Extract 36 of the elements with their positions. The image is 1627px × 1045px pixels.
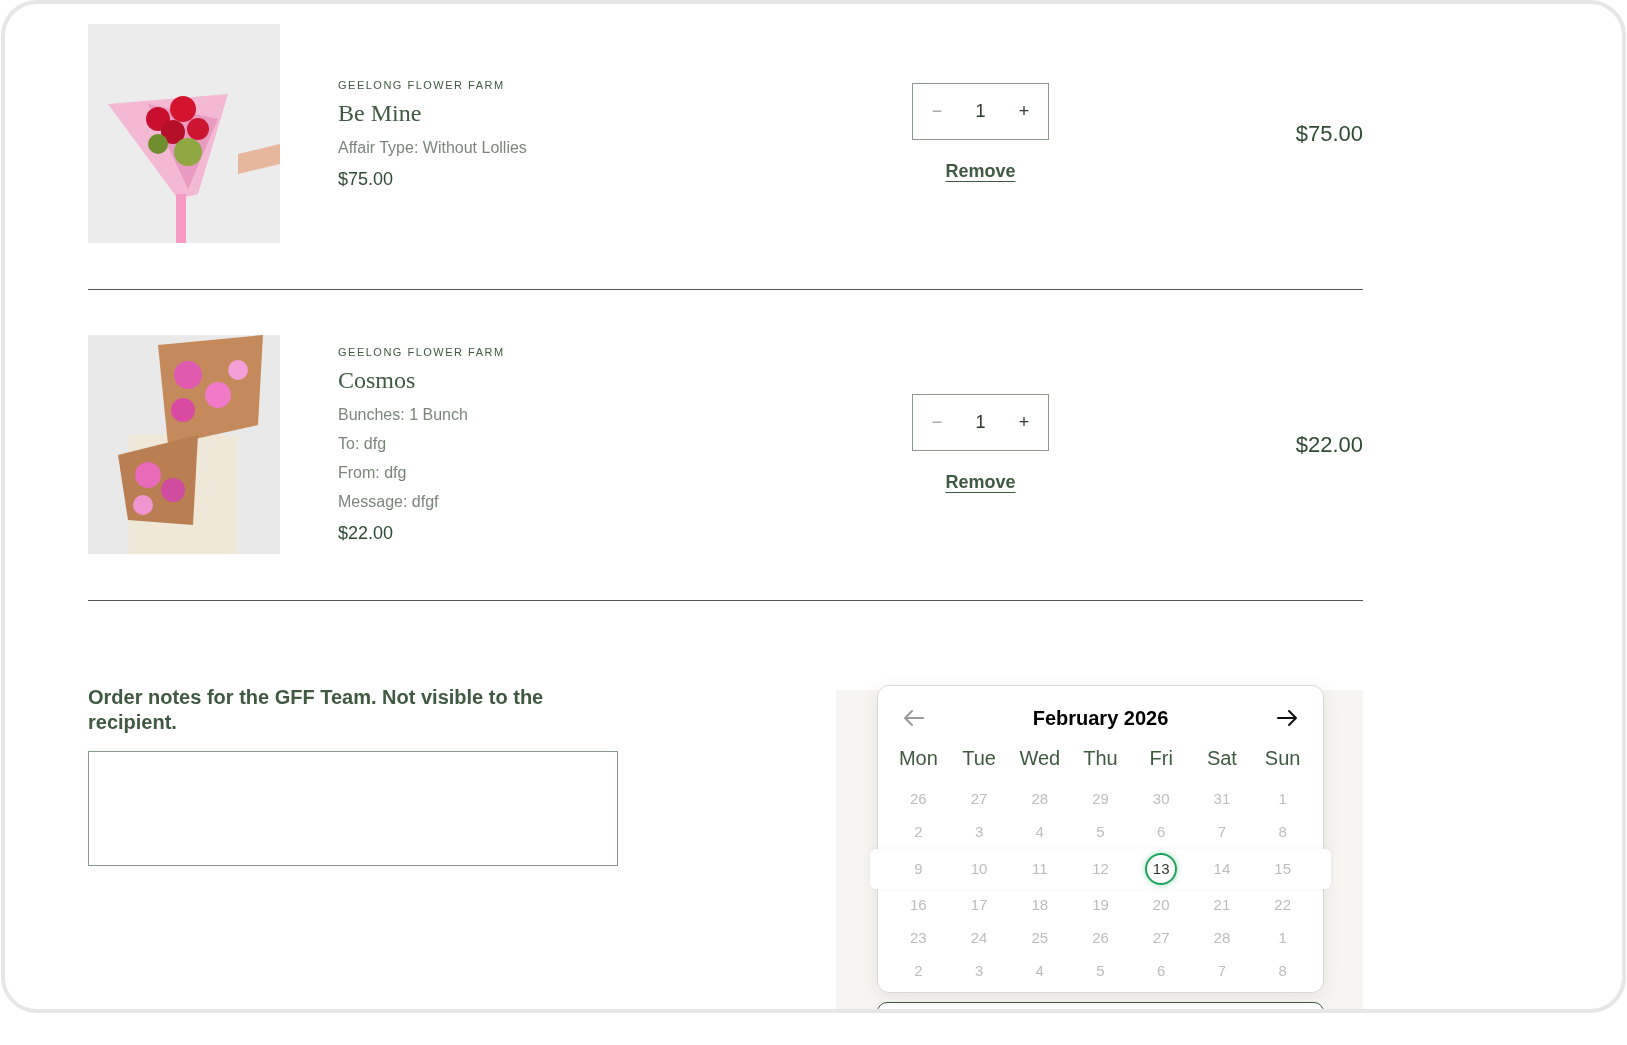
decrease-button[interactable]: − [925, 408, 949, 436]
weekday-label: Fri [1148, 746, 1174, 771]
product-option: From: dfg [338, 463, 407, 483]
weekday-label: Tue [961, 746, 997, 771]
order-notes-field[interactable] [88, 751, 618, 866]
unit-price: $75.00 [338, 167, 394, 190]
weekday-label: Wed [1018, 746, 1062, 771]
right-arrow-icon [1276, 709, 1298, 727]
product-title: Cosmos [338, 366, 416, 395]
calendar-day[interactable]: 13 [1145, 853, 1178, 885]
left-arrow-icon [903, 709, 925, 727]
quantity-stepper[interactable]: − 1 + [912, 82, 1049, 140]
order-notes-label: Order notes for the GFF Team. Not visible to the recipient. [88, 685, 545, 735]
weekday-label: Sat [1205, 746, 1238, 771]
line-total: $75.00 [1295, 120, 1363, 147]
quantity-value: 1 [975, 410, 986, 434]
unit-price: $22.00 [338, 522, 394, 544]
weekday-label: Thu [1082, 746, 1119, 771]
product-option: Bunches: 1 Bunch [338, 405, 468, 425]
increase-button[interactable]: + [1012, 408, 1036, 436]
line-total: $22.00 [1295, 431, 1363, 458]
remove-link[interactable]: Remove [945, 468, 1016, 496]
weekday-label: Mon [897, 746, 939, 771]
product-option: To: dfg [338, 434, 387, 454]
vendor-name: GEELONG FLOWER FARM [338, 345, 505, 359]
decrease-button[interactable]: − [925, 97, 949, 125]
weekday-label: Sun [1263, 746, 1302, 771]
month-title: February 2026 [1032, 706, 1169, 731]
vendor-name: GEELONG FLOWER FARM [338, 77, 505, 92]
product-option: Affair Type: Without Lollies [338, 137, 527, 158]
quantity-value: 1 [975, 99, 986, 123]
product-title: Be Mine [338, 98, 422, 128]
quantity-stepper[interactable]: − 1 + [912, 393, 1049, 451]
remove-link[interactable]: Remove [945, 157, 1016, 185]
increase-button[interactable]: + [1012, 97, 1036, 125]
product-option: Message: dfgf [338, 492, 439, 512]
